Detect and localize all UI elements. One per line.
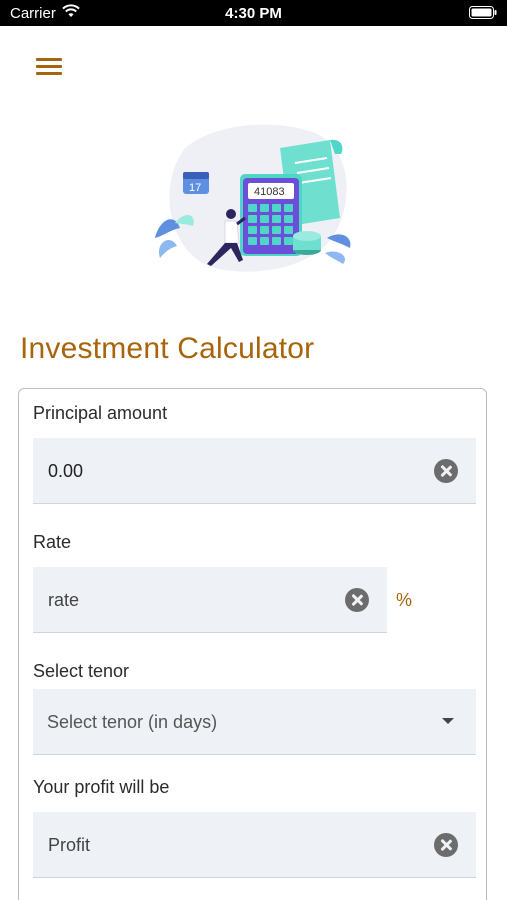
calendar-day: 17	[189, 182, 201, 194]
calculator-display: 41083	[254, 186, 285, 198]
status-time: 4:30 PM	[225, 5, 282, 22]
rate-percent-unit: %	[396, 590, 413, 610]
tenor-select[interactable]: Select tenor (in days)	[33, 689, 476, 755]
calendar-icon: 17	[183, 172, 209, 194]
profit-placeholder: Profit	[48, 835, 91, 855]
rate-label: Rate	[33, 532, 72, 552]
principal-amount-value: 0.00	[48, 461, 84, 481]
profit-input[interactable]: Profit	[33, 812, 476, 878]
rate-placeholder: rate	[48, 590, 80, 610]
rate-input[interactable]: rate	[33, 567, 387, 633]
battery-icon	[469, 6, 497, 19]
calculator-form-card: Principal amount 0.00 Rate rate % Select…	[18, 388, 487, 900]
profit-clear-icon[interactable]	[434, 833, 458, 857]
principal-amount-input[interactable]: 0.00	[33, 438, 476, 504]
rate-clear-icon[interactable]	[345, 588, 369, 612]
page-title: Investment Calculator	[20, 332, 315, 365]
principal-label: Principal amount	[33, 403, 168, 423]
hamburger-menu-icon[interactable]	[36, 58, 62, 78]
tenor-select-placeholder: Select tenor (in days)	[47, 712, 218, 732]
chevron-down-icon	[442, 718, 454, 724]
profit-label: Your profit will be	[33, 777, 170, 797]
calculator-illustration: 17 41083	[155, 124, 351, 272]
status-bar: Carrier 4:30 PM	[0, 0, 507, 26]
investment-calculator-screen: Carrier 4:30 PM 17 41083 Investment Calc…	[0, 0, 507, 900]
tenor-label: Select tenor	[33, 661, 130, 681]
principal-clear-icon[interactable]	[434, 459, 458, 483]
